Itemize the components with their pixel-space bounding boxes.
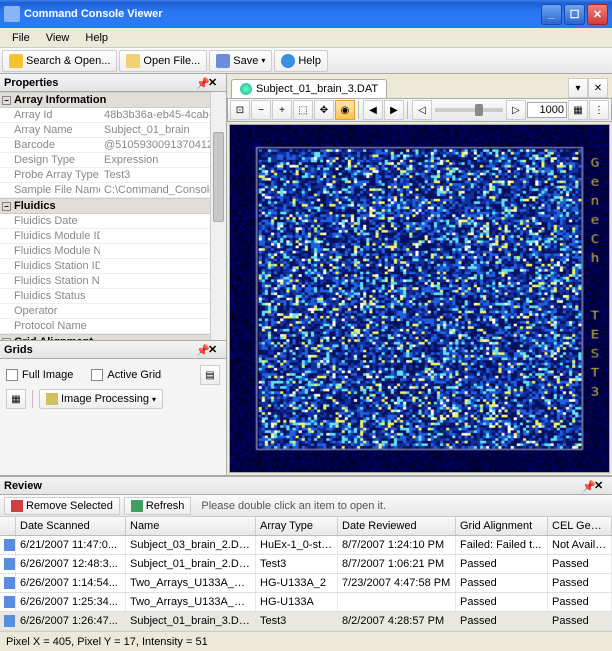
close-panel-icon[interactable]: ✕: [594, 479, 608, 492]
save-icon: [216, 54, 230, 68]
search-open-button[interactable]: Search & Open...: [2, 50, 117, 72]
properties-header: Properties 📌 ✕: [0, 74, 226, 92]
menu-view[interactable]: View: [38, 30, 78, 46]
menubar: File View Help: [0, 28, 612, 48]
grid-nav-button[interactable]: ▦: [6, 389, 26, 409]
minimize-button[interactable]: _: [541, 4, 562, 25]
file-tab[interactable]: Subject_01_brain_3.DAT: [231, 79, 387, 98]
active-grid-checkbox[interactable]: [91, 369, 103, 381]
image-processing-button[interactable]: Image Processing▾: [39, 389, 163, 409]
table-row[interactable]: 6/26/2007 1:14:54...Two_Arrays_U133A_2_2…: [0, 574, 612, 593]
statusbar: Pixel X = 405, Pixel Y = 17, Intensity =…: [0, 631, 612, 651]
image-toolbar: ⊡ − + ⬚ ✥ ◉ ◀ ▶ ◁ ▷ ▦ ⋮: [227, 98, 612, 122]
col-grid-alignment[interactable]: Grid Alignment: [456, 517, 548, 535]
full-image-label: Full Image: [22, 369, 73, 381]
active-grid-label: Active Grid: [107, 369, 161, 381]
properties-scrollbar[interactable]: [210, 92, 226, 340]
col-cel-generation[interactable]: CEL Generation: [548, 517, 612, 535]
zoom-region-button[interactable]: ⬚: [293, 100, 313, 120]
options-button[interactable]: ⋮: [589, 100, 609, 120]
search-icon: [9, 54, 23, 68]
pin-icon[interactable]: 📌: [582, 480, 594, 492]
review-grid: Date Scanned Name Array Type Date Review…: [0, 517, 612, 631]
table-row[interactable]: 6/26/2007 12:48:3...Subject_01_brain_2.D…: [0, 555, 612, 574]
window-title: Command Console Viewer: [24, 8, 539, 20]
refresh-icon: [131, 500, 143, 512]
file-icon: [240, 83, 252, 95]
tab-label: Subject_01_brain_3.DAT: [256, 83, 378, 95]
pin-icon[interactable]: 📌: [196, 344, 208, 356]
remove-selected-button[interactable]: Remove Selected: [4, 497, 120, 515]
close-panel-icon[interactable]: ✕: [208, 76, 222, 89]
slider-max-button[interactable]: ▷: [506, 100, 526, 120]
table-row[interactable]: 6/26/2007 1:26:47...Subject_01_brain_3.D…: [0, 612, 612, 631]
col-date-reviewed[interactable]: Date Reviewed: [338, 517, 456, 535]
zoom-out-button[interactable]: −: [251, 100, 271, 120]
menu-file[interactable]: File: [4, 30, 38, 46]
tab-close-button[interactable]: ✕: [588, 78, 608, 98]
table-row[interactable]: 6/21/2007 11:47:0...Subject_03_brain_2.D…: [0, 536, 612, 555]
titlebar: Command Console Viewer _ ☐ ✕: [0, 0, 612, 28]
zoom-input[interactable]: [527, 102, 567, 118]
grids-header: Grids 📌 ✕: [0, 341, 226, 359]
close-panel-icon[interactable]: ✕: [208, 343, 222, 356]
remove-icon: [11, 500, 23, 512]
open-file-button[interactable]: Open File...: [119, 50, 207, 72]
next-button[interactable]: ▶: [384, 100, 404, 120]
pin-icon[interactable]: 📌: [196, 77, 208, 89]
slider-min-button[interactable]: ◁: [412, 100, 432, 120]
full-image-checkbox[interactable]: [6, 369, 18, 381]
folder-icon: [126, 54, 140, 68]
table-row[interactable]: 6/26/2007 1:25:34...Two_Arrays_U133A_2_1…: [0, 593, 612, 612]
refresh-button[interactable]: Refresh: [124, 497, 192, 515]
tab-menu-button[interactable]: ▾: [568, 78, 588, 98]
grid-toggle-button[interactable]: ▦: [568, 100, 588, 120]
help-button[interactable]: Help: [274, 50, 328, 72]
pan-button[interactable]: ✥: [314, 100, 334, 120]
help-icon: [281, 54, 295, 68]
intensity-slider[interactable]: [435, 108, 503, 112]
col-array-type[interactable]: Array Type: [256, 517, 338, 535]
close-button[interactable]: ✕: [587, 4, 608, 25]
menu-help[interactable]: Help: [77, 30, 116, 46]
image-viewer[interactable]: [229, 124, 610, 473]
grid-tool-button[interactable]: ▤: [200, 365, 220, 385]
maximize-button[interactable]: ☐: [564, 4, 585, 25]
main-toolbar: Search & Open... Open File... Save▾ Help: [0, 48, 612, 74]
status-text: Pixel X = 405, Pixel Y = 17, Intensity =…: [6, 636, 208, 648]
save-button[interactable]: Save▾: [209, 50, 272, 72]
review-header: Review 📌 ✕: [0, 477, 612, 495]
review-hint: Please double click an item to open it.: [201, 500, 386, 512]
col-date-scanned[interactable]: Date Scanned: [16, 517, 126, 535]
app-icon: [4, 6, 20, 22]
prev-button[interactable]: ◀: [363, 100, 383, 120]
color-mode-button[interactable]: ◉: [335, 100, 355, 120]
processing-icon: [46, 393, 58, 405]
properties-body: −Array InformationArray Id48b3b36a-eb45-…: [0, 92, 226, 340]
zoom-in-button[interactable]: +: [272, 100, 292, 120]
col-name[interactable]: Name: [126, 517, 256, 535]
zoom-fit-button[interactable]: ⊡: [230, 100, 250, 120]
